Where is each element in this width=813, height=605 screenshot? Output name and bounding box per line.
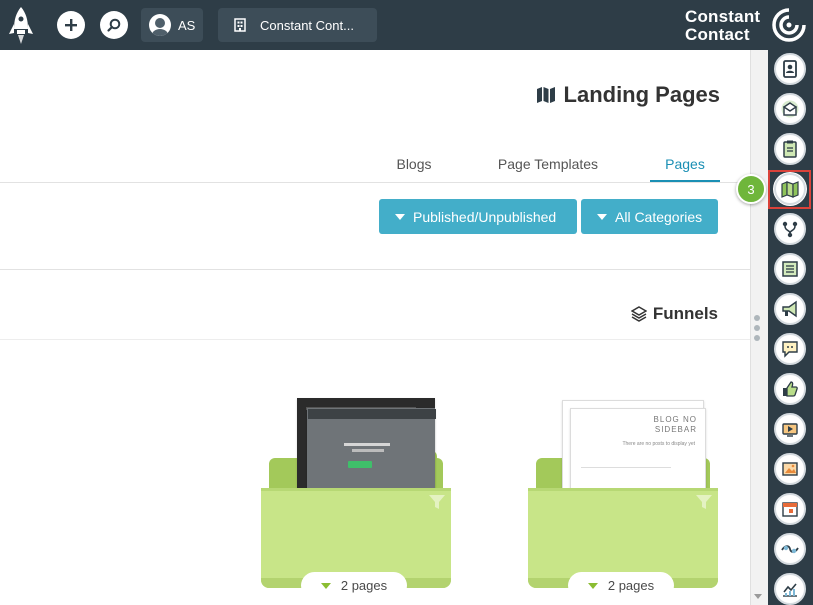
selected-item-highlight [768,170,811,209]
rocket-icon[interactable] [4,4,38,46]
pages-count-label: 2 pages [340,578,388,593]
user-menu-button[interactable]: AS [141,8,203,42]
category-filter-label: All Categories [615,208,703,225]
paper-body-text: There are no posts to display yet [622,441,695,447]
chevron-down-icon [320,582,331,589]
tab-blogs-label: Blogs [396,156,432,172]
constant-contact-logo [772,8,806,42]
page-title: Landing Pages [536,82,720,108]
rail-item-surveys[interactable] [774,133,806,165]
rail-item-email[interactable] [774,93,806,125]
brand-word-2: Contact [685,25,750,44]
rail-item-automation[interactable] [774,213,806,245]
tab-blogs[interactable]: Blogs [390,150,438,182]
paper-rule [581,467,671,468]
scroll-down-arrow[interactable] [754,594,762,599]
automation-icon [782,221,798,238]
brand-logo[interactable]: Constant Contact [685,6,809,44]
clipboard-icon [783,140,797,158]
building-icon [234,18,246,32]
search-icon [107,18,121,32]
email-icon [781,100,799,118]
rail-item-images[interactable] [774,453,806,485]
search-button[interactable] [100,11,128,39]
resize-handle-dot[interactable] [754,325,760,331]
resize-handle-dot[interactable] [754,315,760,321]
plus-icon [65,19,77,31]
rail-item-sms[interactable] [774,333,806,365]
tab-page-templates-label: Page Templates [497,156,599,172]
section-divider [0,269,750,270]
rail-item-ads[interactable] [774,293,806,325]
funnels-heading: Funnels [630,304,718,324]
paper-heading-1: BLOG NO [653,415,697,424]
chevron-down-icon [587,582,598,589]
main-content: Landing Pages Pages Page Templates Blogs… [0,50,750,605]
paper-heading-2: SIDEBAR [654,425,697,434]
tab-pages[interactable]: Pages [650,150,720,182]
layers-icon [630,306,647,322]
page-tabs: Pages Page Templates Blogs [0,146,750,183]
page-title-text: Landing Pages [563,82,720,107]
user-initials: AS [178,17,196,33]
funnel-card[interactable]: BLOG NO SIDEBAR There are no posts to di… [528,396,718,601]
brand-word-1: Constant [685,7,761,26]
sms-icon [782,341,798,358]
rail-item-video[interactable] [774,413,806,445]
video-icon [782,423,798,437]
megaphone-icon [782,300,797,318]
rail-item-contacts[interactable] [774,53,806,85]
reports-icon [783,583,797,597]
account-name: Constant Cont... [260,17,354,33]
tab-pages-label: Pages [665,156,705,172]
images-icon [782,462,798,476]
rail-item-forms[interactable] [774,253,806,285]
map-icon [536,87,555,103]
social-like-icon [783,381,798,397]
avatar [149,14,171,36]
app-root: AS Constant Cont... Constant Contact Lan… [0,0,813,605]
forms-icon [782,261,798,277]
resize-handle-dot[interactable] [754,335,760,341]
status-filter-dropdown[interactable]: Published/Unpublished [379,199,577,234]
calendar-icon [782,502,798,517]
step-badge: 3 [736,174,766,204]
integrations-icon [781,545,799,554]
pages-count-dropdown[interactable]: 2 pages [301,572,407,599]
chevron-down-icon [597,213,607,220]
pages-count-dropdown[interactable]: 2 pages [568,572,674,599]
add-button[interactable] [57,11,85,39]
contacts-icon [783,60,797,78]
rail-item-social[interactable] [774,373,806,405]
rail-item-integrations[interactable] [774,533,806,565]
account-switcher-button[interactable]: Constant Cont... [218,8,377,42]
pages-count-label: 2 pages [607,578,655,593]
category-filter-dropdown[interactable]: All Categories [581,199,718,234]
rail-item-reports[interactable] [774,573,806,605]
section-divider [0,339,750,340]
funnel-icon [696,495,712,509]
tab-page-templates[interactable]: Page Templates [496,150,600,182]
rail-item-events[interactable] [774,493,806,525]
funnel-icon [429,495,445,509]
status-filter-label: Published/Unpublished [413,208,557,225]
funnels-heading-text: Funnels [652,304,718,323]
chevron-down-icon [395,213,405,220]
top-navigation-bar: AS Constant Cont... Constant Contact [0,0,813,50]
funnel-card[interactable]: 2 pages [261,396,451,601]
